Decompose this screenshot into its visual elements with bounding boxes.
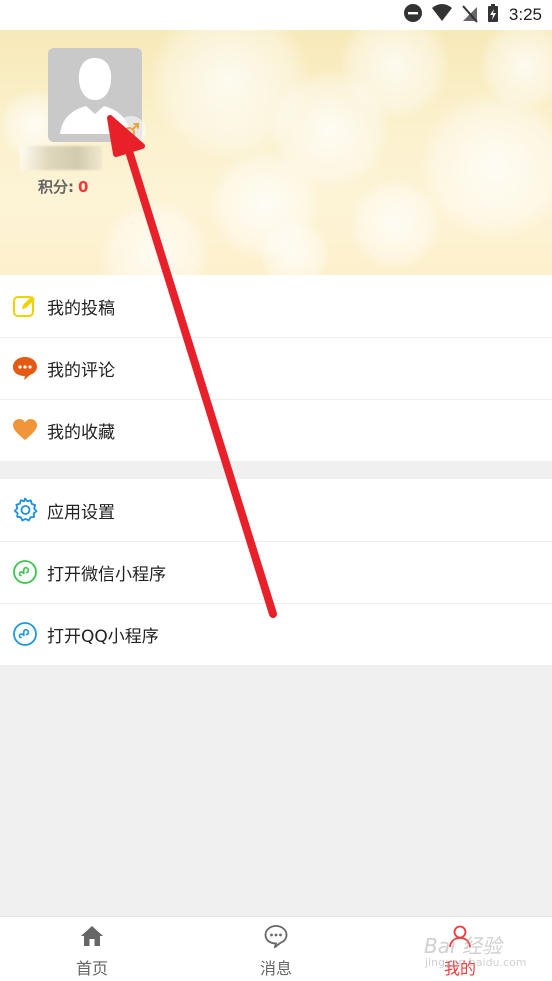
status-bar: 3:25 bbox=[0, 0, 552, 30]
home-icon bbox=[79, 923, 105, 949]
no-signal-icon bbox=[461, 3, 479, 27]
profile-header: 积分: 0 bbox=[0, 30, 552, 275]
battery-charging-icon bbox=[487, 3, 499, 27]
menu-label: 我的收藏 bbox=[47, 422, 115, 443]
username-blurred bbox=[20, 146, 102, 170]
nav-label: 消息 bbox=[259, 959, 292, 978]
qq-miniprogram-icon bbox=[12, 621, 38, 647]
baidu-watermark-url: jingyan.baidu.com bbox=[425, 956, 527, 969]
menu-item-open-wechat-miniprogram[interactable]: 打开微信小程序 bbox=[0, 541, 552, 603]
edit-icon bbox=[12, 293, 38, 319]
menu-item-my-posts[interactable]: 我的投稿 bbox=[0, 275, 552, 337]
menu-item-open-qq-miniprogram[interactable]: 打开QQ小程序 bbox=[0, 603, 552, 665]
nav-home[interactable]: 首页 bbox=[0, 917, 184, 981]
heart-icon bbox=[12, 417, 38, 443]
status-time: 3:25 bbox=[508, 5, 542, 24]
menu-label: 我的评论 bbox=[47, 360, 115, 381]
wechat-miniprogram-icon bbox=[12, 559, 38, 585]
points-label: 积分: bbox=[38, 178, 74, 196]
profile-page: 3:25 积分: 0 我的投稿 我的评论 我的收藏 应用设置 打开微信小程序 打… bbox=[0, 0, 552, 981]
message-icon bbox=[263, 923, 289, 949]
points-value: 0 bbox=[78, 178, 89, 196]
gear-icon bbox=[12, 497, 38, 523]
nav-label: 首页 bbox=[75, 959, 108, 978]
wifi-icon bbox=[431, 3, 453, 27]
menu-label: 我的投稿 bbox=[47, 298, 115, 319]
menu-label: 打开微信小程序 bbox=[47, 564, 166, 585]
menu-item-app-settings[interactable]: 应用设置 bbox=[0, 479, 552, 541]
nav-messages[interactable]: 消息 bbox=[184, 917, 368, 981]
menu-label: 应用设置 bbox=[47, 502, 115, 523]
points-display: 积分: 0 bbox=[38, 176, 88, 197]
menu-item-my-comments[interactable]: 我的评论 bbox=[0, 337, 552, 399]
comment-icon bbox=[12, 355, 38, 381]
male-icon bbox=[116, 116, 146, 146]
menu-item-my-favorites[interactable]: 我的收藏 bbox=[0, 399, 552, 461]
menu-group-secondary: 应用设置 打开微信小程序 打开QQ小程序 bbox=[0, 479, 552, 665]
baidu-watermark: Bai 经验 bbox=[424, 934, 502, 958]
do-not-disturb-icon bbox=[403, 3, 423, 27]
menu-group-primary: 我的投稿 我的评论 我的收藏 bbox=[0, 275, 552, 461]
menu-label: 打开QQ小程序 bbox=[47, 626, 159, 647]
